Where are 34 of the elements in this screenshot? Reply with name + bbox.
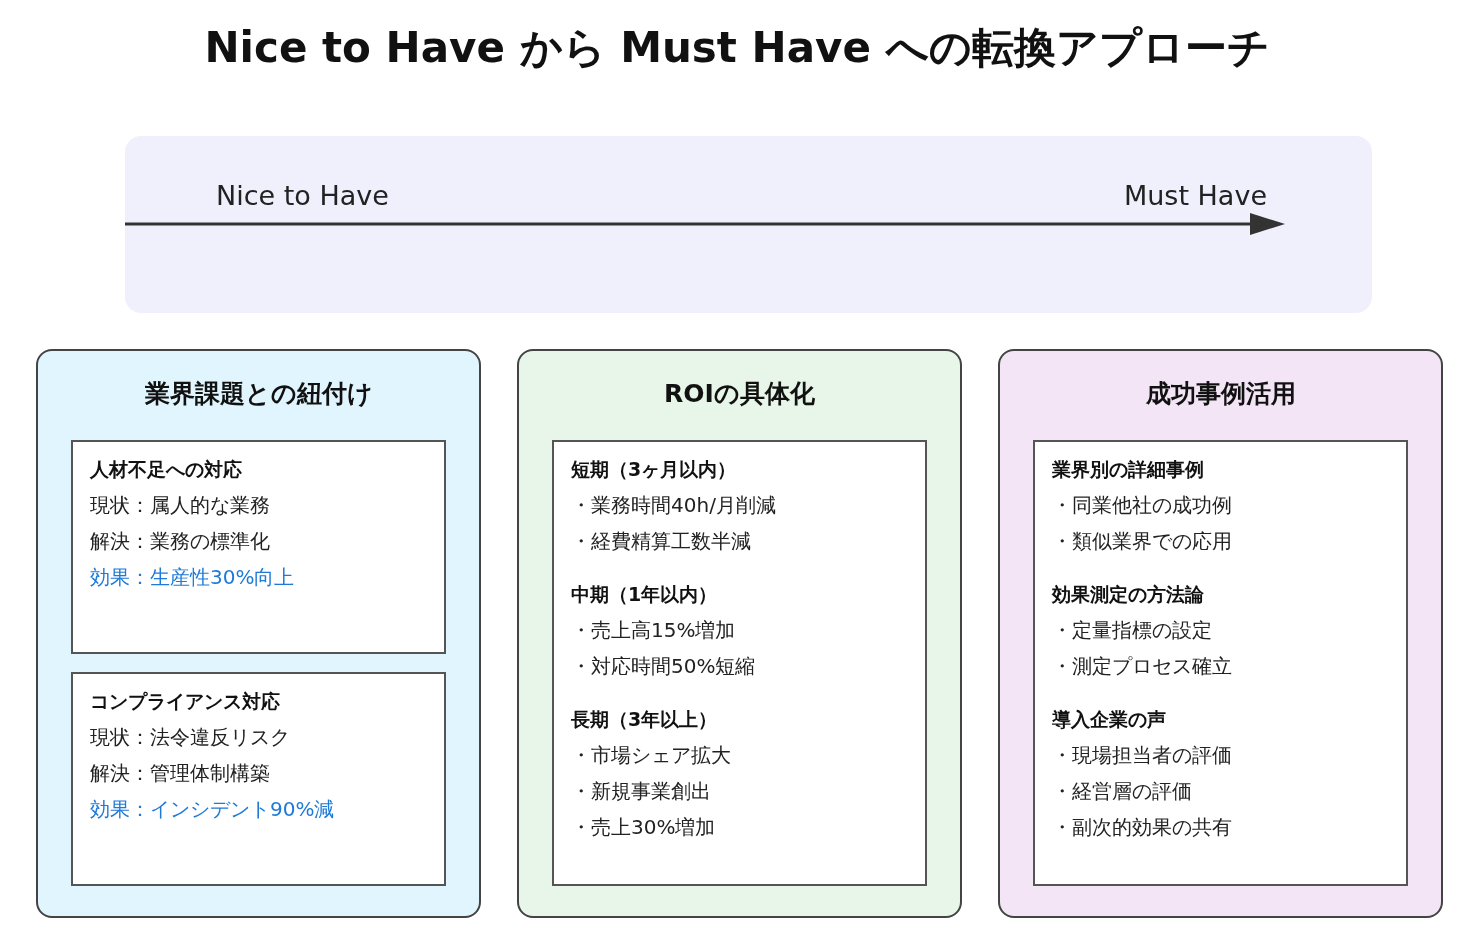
section-heading: 業界別の詳細事例	[1052, 457, 1205, 482]
column-title: ROIの具体化	[664, 378, 815, 410]
item-text: ・類似業界での応用	[1052, 528, 1233, 555]
item-text: ・同業他社の成功例	[1052, 492, 1233, 519]
section-heading: 効果測定の方法論	[1052, 582, 1205, 607]
section-heading: 人材不足への対応	[90, 457, 243, 482]
section-heading: 中期（1年以内）	[571, 582, 719, 607]
scale-start-label: Nice to Have	[216, 180, 389, 212]
item-text: ・経費精算工数半減	[571, 528, 752, 555]
item-text: ・現場担当者の評価	[1052, 742, 1233, 769]
section-heading: 導入企業の声	[1052, 707, 1167, 732]
item-text: ・副次的効果の共有	[1052, 814, 1233, 841]
item-text: ・定量指標の設定	[1052, 617, 1213, 644]
item-text: 解決：管理体制構築	[90, 760, 271, 787]
item-text: ・市場シェア拡大	[571, 742, 732, 769]
item-text: ・売上高15%増加	[571, 617, 737, 644]
item-text: ・業務時間40h/月削減	[571, 492, 777, 519]
effect-text: 効果：生産性30%向上	[90, 564, 296, 591]
item-text: 解決：業務の標準化	[90, 528, 271, 555]
item-text: 現状：法令違反リスク	[90, 724, 291, 751]
column-title: 成功事例活用	[1145, 378, 1296, 410]
column-title: 業界課題との紐付け	[144, 378, 373, 410]
scale-end-label: Must Have	[1123, 180, 1267, 212]
item-text: ・測定プロセス確立	[1052, 653, 1233, 680]
section-heading: 短期（3ヶ月以内）	[571, 457, 738, 482]
item-text: ・対応時間50%短縮	[571, 653, 757, 680]
section-heading: コンプライアンス対応	[90, 689, 281, 714]
item-text: ・経営層の評価	[1052, 778, 1193, 805]
item-text: ・新規事業創出	[571, 778, 712, 805]
item-text: 現状：属人的な業務	[90, 492, 271, 519]
section-heading: 長期（3年以上）	[571, 707, 719, 732]
effect-text: 効果：インシデント90%減	[90, 796, 336, 823]
diagram-title: Nice to Have から Must Have への転換アプローチ	[204, 22, 1270, 74]
item-text: ・売上30%増加	[571, 814, 717, 841]
